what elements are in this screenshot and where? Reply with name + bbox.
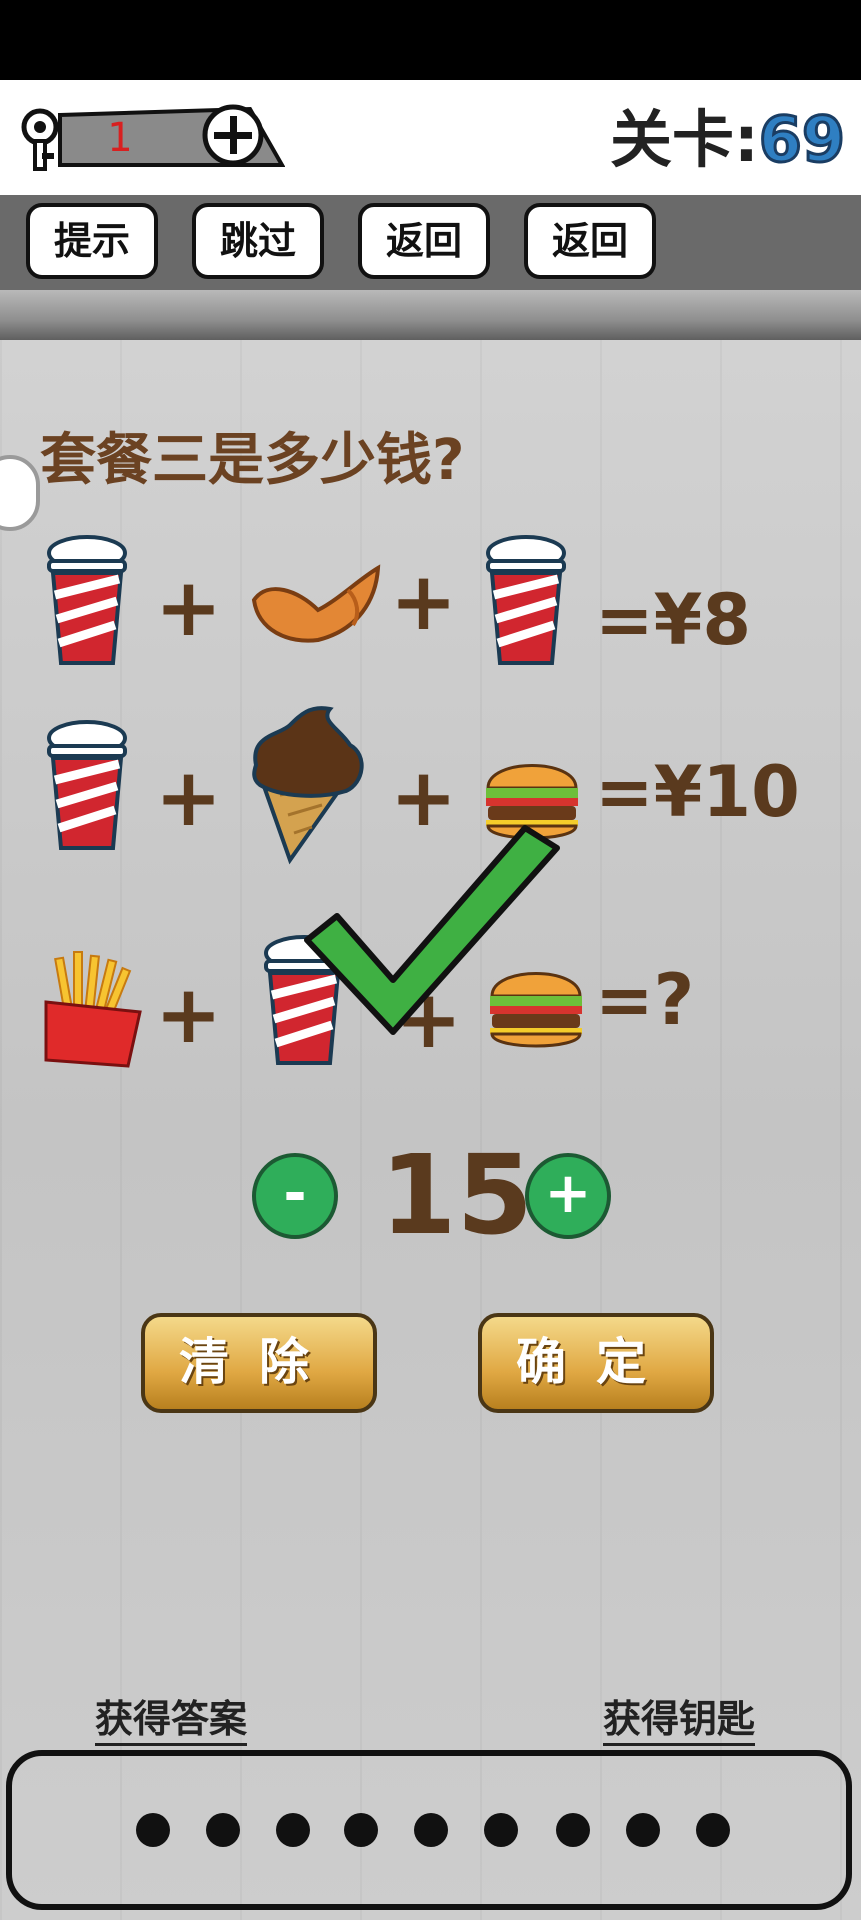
answer-dot [206,1813,240,1847]
answer-value: 15 [380,1131,534,1259]
row3-result: =? [595,959,695,1041]
chicken-wing-icon [251,564,381,643]
add-key-button[interactable] [200,100,270,170]
skip-button[interactable]: 跳过 [192,203,324,279]
level-indicator: 关卡:69 [610,100,847,180]
back-button[interactable]: 返回 [358,203,490,279]
question-text: 套餐三是多少钱? [40,428,465,493]
key-count: 1 [107,115,133,161]
answer-dot [556,1813,590,1847]
get-key-link[interactable]: 获得钥匙 [603,1688,756,1746]
soda-cup-icon [486,535,566,665]
checkmark-icon [304,825,560,1035]
answer-dot [276,1813,310,1847]
hint-button[interactable]: 提示 [26,203,158,279]
plus-sign: + [155,751,223,844]
french-fries-icon [44,951,142,1068]
level-number: 69 [757,102,846,178]
plus-sign: + [155,968,223,1061]
plus-sign: + [390,555,458,648]
confirm-button[interactable]: 确定 [478,1313,714,1413]
answer-dot [136,1813,170,1847]
answer-dot [696,1813,730,1847]
row2-result: =¥10 [595,751,800,833]
answer-dot [626,1813,660,1847]
answer-dot [484,1813,518,1847]
clear-button[interactable]: 清除 [141,1313,377,1413]
increase-button[interactable]: + [525,1153,611,1239]
back-button-2[interactable]: 返回 [524,203,656,279]
answer-dot [414,1813,448,1847]
answer-dot [344,1813,378,1847]
status-bar [0,0,861,80]
toolbar-shadow [0,290,861,340]
get-answer-link[interactable]: 获得答案 [95,1688,248,1746]
row1-result: =¥8 [595,579,752,661]
soda-cup-icon [47,720,127,850]
soda-cup-icon [47,535,127,665]
plus-sign: + [155,561,223,654]
level-label: 关卡: [610,103,759,176]
decrease-button[interactable]: - [252,1153,338,1239]
key-icon [21,108,59,171]
